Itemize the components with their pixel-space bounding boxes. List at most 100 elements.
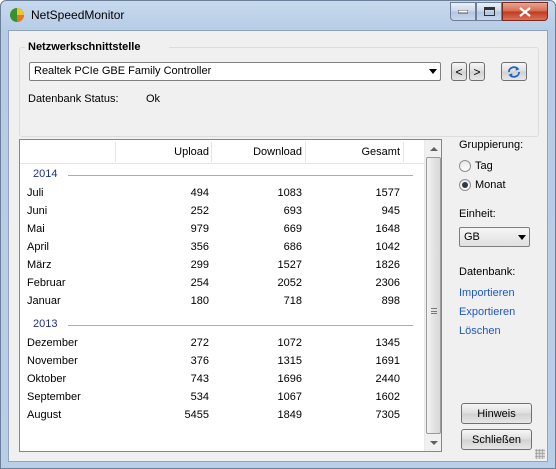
month-cell: November bbox=[27, 355, 78, 367]
database-label: Datenbank: bbox=[459, 266, 516, 278]
table-row[interactable]: April 356 686 1042 bbox=[20, 239, 424, 257]
vertical-scrollbar[interactable] bbox=[424, 140, 441, 451]
help-button[interactable]: Hinweis bbox=[461, 403, 532, 424]
upload-cell: 299 bbox=[190, 259, 209, 271]
resize-grip-icon[interactable] bbox=[535, 449, 545, 459]
table-row[interactable]: Juni 252 693 945 bbox=[20, 203, 424, 221]
download-cell: 693 bbox=[283, 205, 302, 217]
delete-link[interactable]: Löschen bbox=[459, 325, 501, 337]
download-cell: 1527 bbox=[277, 259, 302, 271]
interface-groupbox bbox=[19, 47, 539, 137]
unit-dropdown[interactable]: GB bbox=[459, 227, 530, 247]
upload-cell: 534 bbox=[190, 391, 209, 403]
total-cell: 2306 bbox=[375, 277, 400, 289]
month-cell: Juli bbox=[27, 187, 44, 199]
download-cell: 1315 bbox=[277, 355, 302, 367]
chevron-down-icon bbox=[429, 69, 437, 74]
radio-month[interactable]: Monat bbox=[459, 178, 539, 192]
column-header-download[interactable]: Download bbox=[253, 146, 302, 158]
table-row[interactable]: Mai 979 669 1648 bbox=[20, 221, 424, 239]
download-cell: 1696 bbox=[277, 373, 302, 385]
upload-cell: 376 bbox=[190, 355, 209, 367]
total-cell: 1042 bbox=[375, 241, 400, 253]
year-group-header: 2013 bbox=[20, 317, 424, 333]
column-header-upload[interactable]: Upload bbox=[174, 146, 209, 158]
total-cell: 2440 bbox=[375, 373, 400, 385]
upload-cell: 180 bbox=[190, 295, 209, 307]
interface-group-title: Netzwerkschnittstelle bbox=[28, 41, 141, 53]
year-group-header: 2014 bbox=[20, 167, 424, 183]
adapter-selected-value: Realtek PCIe GBE Family Controller bbox=[34, 65, 212, 77]
total-cell: 7305 bbox=[375, 409, 400, 421]
close-window-button[interactable] bbox=[502, 2, 548, 21]
month-cell: Januar bbox=[27, 295, 61, 307]
db-status-label: Datenbank Status: bbox=[28, 93, 119, 105]
month-cell: Dezember bbox=[27, 337, 78, 349]
month-cell: April bbox=[27, 241, 50, 253]
table-header: Upload Download Gesamt bbox=[20, 140, 424, 164]
upload-cell: 743 bbox=[190, 373, 209, 385]
total-cell: 1602 bbox=[375, 391, 400, 403]
upload-cell: 5455 bbox=[184, 409, 209, 421]
traffic-table[interactable]: Upload Download Gesamt 2014 Juli 494 108… bbox=[19, 139, 442, 452]
table-row[interactable]: Oktober 743 1696 2440 bbox=[20, 371, 424, 389]
radio-button[interactable] bbox=[459, 160, 471, 172]
unit-selected-value: GB bbox=[464, 231, 480, 243]
radio-day-label: Tag bbox=[475, 160, 493, 172]
total-cell: 945 bbox=[381, 205, 400, 217]
download-cell: 1083 bbox=[277, 187, 302, 199]
minimize-icon bbox=[458, 9, 468, 13]
total-cell: 1648 bbox=[375, 223, 400, 235]
total-cell: 1691 bbox=[375, 355, 400, 367]
grouping-label: Gruppierung: bbox=[459, 139, 524, 151]
radio-day[interactable]: Tag bbox=[459, 159, 539, 173]
radio-month-label: Monat bbox=[475, 179, 506, 191]
month-cell: März bbox=[27, 259, 52, 271]
download-cell: 669 bbox=[283, 223, 302, 235]
download-cell: 1849 bbox=[277, 409, 302, 421]
table-row[interactable]: September 534 1067 1602 bbox=[20, 389, 424, 407]
arrow-down-icon bbox=[429, 440, 438, 445]
maximize-icon bbox=[483, 7, 495, 16]
table-row[interactable]: Dezember 272 1072 1345 bbox=[20, 335, 424, 353]
table-row[interactable]: August 5455 1849 7305 bbox=[20, 407, 424, 425]
table-row[interactable]: Februar 254 2052 2306 bbox=[20, 275, 424, 293]
total-cell: 898 bbox=[381, 295, 400, 307]
upload-cell: 494 bbox=[190, 187, 209, 199]
table-row[interactable]: November 376 1315 1691 bbox=[20, 353, 424, 371]
app-window: NetSpeedMonitor Netzwerkschnittstelle Re… bbox=[0, 0, 556, 469]
download-cell: 2052 bbox=[277, 277, 302, 289]
adapter-dropdown[interactable]: Realtek PCIe GBE Family Controller bbox=[29, 62, 441, 81]
download-cell: 718 bbox=[283, 295, 302, 307]
maximize-button[interactable] bbox=[476, 2, 502, 21]
table-row[interactable]: März 299 1527 1826 bbox=[20, 257, 424, 275]
dialog-client: Netzwerkschnittstelle Realtek PCIe GBE F… bbox=[8, 30, 548, 462]
close-button[interactable]: Schließen bbox=[461, 429, 532, 450]
import-link[interactable]: Importieren bbox=[459, 287, 515, 299]
upload-cell: 979 bbox=[190, 223, 209, 235]
export-link[interactable]: Exportieren bbox=[459, 306, 515, 318]
close-icon bbox=[519, 6, 531, 17]
arrow-up-icon bbox=[429, 146, 438, 151]
previous-adapter-button[interactable]: < bbox=[451, 62, 467, 81]
upload-cell: 272 bbox=[190, 337, 209, 349]
scroll-down-button[interactable] bbox=[425, 434, 442, 451]
radio-button-selected[interactable] bbox=[459, 179, 471, 191]
next-adapter-button[interactable]: > bbox=[469, 62, 485, 81]
month-cell: Mai bbox=[27, 223, 45, 235]
year-label: 2014 bbox=[33, 168, 58, 180]
table-row[interactable]: Januar 180 718 898 bbox=[20, 293, 424, 311]
title-bar[interactable]: NetSpeedMonitor bbox=[1, 1, 555, 29]
scroll-up-button[interactable] bbox=[425, 140, 442, 157]
upload-cell: 254 bbox=[190, 277, 209, 289]
upload-cell: 356 bbox=[190, 241, 209, 253]
netspeedmonitor-app-icon bbox=[10, 8, 24, 22]
table-row[interactable]: Juli 494 1083 1577 bbox=[20, 185, 424, 203]
scroll-thumb[interactable] bbox=[426, 157, 441, 434]
year-label: 2013 bbox=[33, 318, 58, 330]
month-cell: Februar bbox=[27, 277, 66, 289]
minimize-button[interactable] bbox=[450, 2, 476, 21]
upload-cell: 252 bbox=[190, 205, 209, 217]
column-header-total[interactable]: Gesamt bbox=[361, 146, 400, 158]
refresh-button[interactable] bbox=[501, 62, 527, 81]
